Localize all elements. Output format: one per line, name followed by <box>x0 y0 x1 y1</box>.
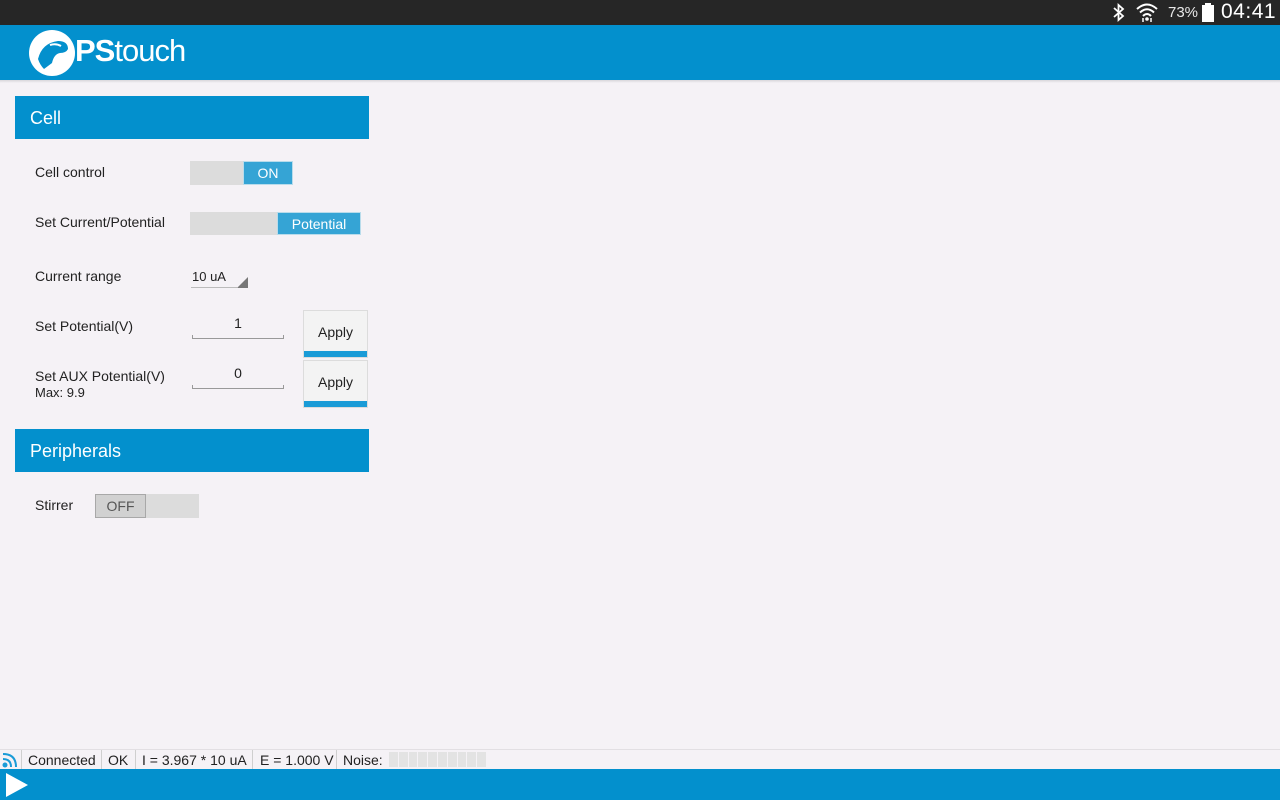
noise-meter <box>389 752 487 767</box>
battery-icon <box>1202 3 1214 22</box>
peripherals-section-title: Peripherals <box>30 441 122 461</box>
set-mode-label: Set Current/Potential <box>35 214 165 230</box>
set-mode-toggle[interactable]: Potential <box>190 212 361 235</box>
clock: 04:41 <box>1221 0 1277 23</box>
status-separator <box>21 750 22 770</box>
cell-section-header: Cell <box>15 96 369 139</box>
status-separator <box>336 750 337 770</box>
set-aux-value: 0 <box>234 365 242 381</box>
connection-status: Connected <box>28 752 96 768</box>
logo-ps: PS <box>75 33 115 68</box>
current-range-label: Current range <box>35 268 122 284</box>
input-underline <box>192 335 284 339</box>
set-aux-input[interactable]: 0 <box>192 363 284 389</box>
apply-potential-button[interactable]: Apply <box>303 310 368 358</box>
system-status-bar: 73% 04:41 <box>0 0 1280 25</box>
cell-control-toggle[interactable]: ON <box>190 161 293 185</box>
set-mode-toggle-thumb: Potential <box>277 212 361 235</box>
potential-readout: E = 1.000 V <box>260 752 334 768</box>
input-underline <box>192 385 284 389</box>
wifi-icon <box>1136 3 1158 22</box>
cell-control-toggle-thumb: ON <box>243 161 293 185</box>
peripherals-section-header: Peripherals <box>15 429 369 472</box>
current-readout: I = 3.967 * 10 uA <box>142 752 247 768</box>
apply-aux-label: Apply <box>317 374 354 390</box>
apply-button-bar <box>304 401 367 407</box>
current-range-dropdown[interactable]: 10 uA <box>191 266 248 288</box>
play-icon[interactable] <box>5 773 29 797</box>
stirrer-toggle[interactable]: OFF <box>95 494 199 518</box>
cell-section-title: Cell <box>30 108 62 128</box>
set-aux-max-label: Max: 9.9 <box>35 385 85 400</box>
apply-potential-label: Apply <box>317 324 354 340</box>
apply-button-bar <box>304 351 367 357</box>
pstouch-logo-icon <box>29 30 75 76</box>
signal-icon <box>2 753 17 768</box>
current-range-value: 10 uA <box>192 269 226 284</box>
dropdown-underline <box>191 287 237 288</box>
battery-percent: 73% <box>1168 4 1199 21</box>
logo-touch: touch <box>114 33 186 68</box>
status-separator <box>252 750 253 770</box>
bluetooth-icon <box>1113 3 1125 22</box>
dropdown-arrow-icon <box>237 277 248 288</box>
bottom-action-bar <box>0 769 1280 800</box>
status-separator <box>135 750 136 770</box>
set-potential-label: Set Potential(V) <box>35 318 134 334</box>
stirrer-label: Stirrer <box>35 497 74 513</box>
cell-control-label: Cell control <box>35 164 106 180</box>
app-logo-text: PStouch <box>75 33 186 69</box>
ok-status: OK <box>108 752 129 768</box>
status-separator <box>101 750 102 770</box>
apply-aux-button[interactable]: Apply <box>303 360 368 408</box>
set-aux-label: Set AUX Potential(V) <box>35 368 165 384</box>
set-potential-input[interactable]: 1 <box>192 313 284 339</box>
stirrer-toggle-thumb: OFF <box>95 494 146 518</box>
app-bar-shadow <box>0 80 1280 83</box>
app-bar: PStouch <box>0 25 1280 80</box>
set-potential-value: 1 <box>234 315 242 331</box>
device-status-row: Connected OK I = 3.967 * 10 uA E = 1.000… <box>0 749 1280 770</box>
noise-label: Noise: <box>343 752 383 768</box>
